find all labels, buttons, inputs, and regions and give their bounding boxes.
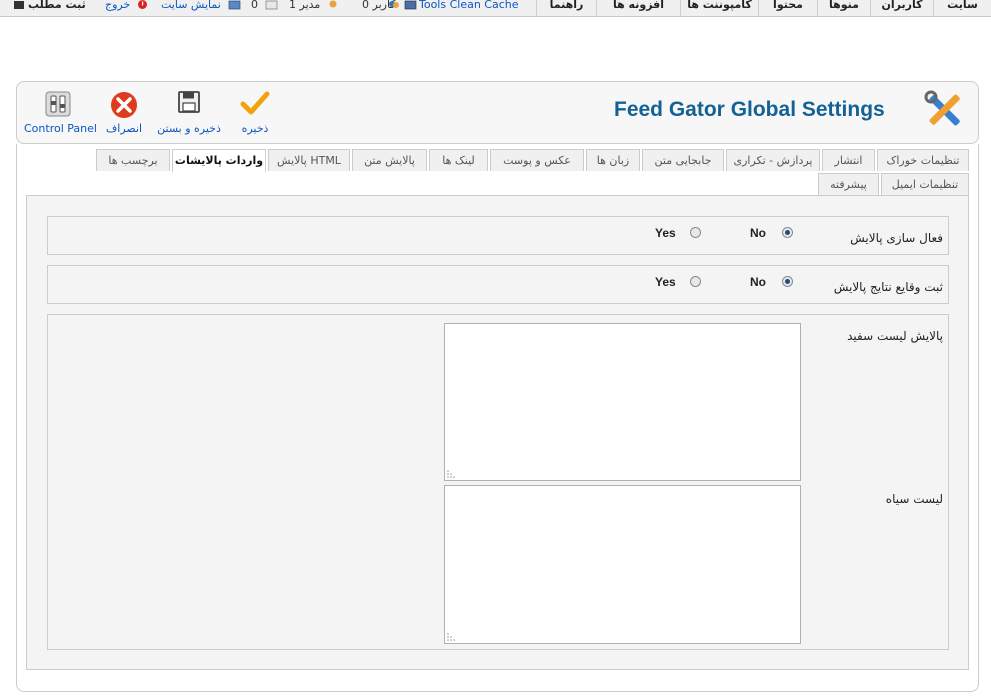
tab-images-attachments[interactable]: عکس و پوست: [490, 149, 584, 171]
save-label: ذخیره: [241, 122, 269, 135]
menu-components[interactable]: کامپوننت ها: [680, 0, 758, 16]
cache-icon: [404, 0, 417, 10]
log-filter-results-yes-label: Yes: [655, 275, 676, 289]
menu-extensions[interactable]: افزونه ها: [596, 0, 680, 16]
whitelist-textarea[interactable]: [444, 323, 801, 481]
blacklist-label: لیست سیاه: [885, 492, 943, 506]
resize-grip-icon[interactable]: [446, 469, 456, 479]
view-site-link[interactable]: نمایش سایت: [161, 0, 221, 16]
tab-links[interactable]: لینک ها: [429, 149, 488, 171]
control-panel-label: Control Panel: [24, 122, 97, 135]
tab-text-filter[interactable]: پالایش متن: [352, 149, 427, 171]
clean-cache-link[interactable]: Tools Clean Cache: [419, 0, 519, 16]
save-button[interactable]: ذخیره: [235, 90, 275, 138]
control-panel-button[interactable]: Control Panel: [24, 90, 97, 138]
tab-languages[interactable]: زبان ها: [586, 149, 640, 171]
tab-email-settings[interactable]: تنظیمات ایمیل: [881, 173, 969, 195]
log-filter-results-no-radio[interactable]: [782, 276, 793, 287]
log-filter-results-row: [47, 265, 949, 304]
monitor-icon: [228, 0, 241, 10]
tab-publishing[interactable]: انتشار: [822, 149, 875, 171]
messages-count: 0: [251, 0, 258, 11]
enable-filtering-yes-radio[interactable]: [690, 227, 701, 238]
cancel-button[interactable]: انصراف: [104, 90, 144, 138]
enable-filtering-label: فعال سازی پالایش: [850, 231, 943, 245]
menu-help[interactable]: راهنما: [536, 0, 596, 16]
log-filter-results-yes-radio[interactable]: [690, 276, 701, 287]
menu-menus[interactable]: منوها: [817, 0, 870, 16]
new-article-icon: [14, 1, 24, 9]
enable-filtering-no-label: No: [750, 226, 766, 240]
tab-feed-settings[interactable]: تنظیمات خوراک: [877, 149, 969, 171]
tab-filter-imports[interactable]: واردات پالایشات: [172, 149, 266, 172]
whitelist-label: پالایش لیست سفید: [847, 329, 943, 343]
cancel-label: انصراف: [105, 122, 143, 135]
logout-icon: [138, 0, 147, 9]
page-title: Feed Gator Global Settings: [614, 98, 885, 121]
logout-link[interactable]: خروج: [105, 0, 130, 16]
save-close-button[interactable]: ذخیره و بستن: [154, 90, 224, 138]
users-icon: [389, 1, 399, 8]
tab-advanced[interactable]: پیشرفته: [818, 173, 879, 195]
save-close-label: ذخیره و بستن: [157, 122, 221, 135]
control-panel-icon: [45, 91, 71, 117]
tab-duplicate-processing[interactable]: پردازش - تکراری: [726, 149, 820, 171]
cancel-icon: [111, 92, 137, 118]
admins-count: 1 مدیر: [289, 0, 321, 11]
log-filter-results-no-label: No: [750, 275, 766, 289]
menu-site[interactable]: سایت: [933, 0, 991, 16]
admin-top-bar: سایت کاربران منوها محتوا کامپوننت ها افز…: [0, 0, 991, 17]
enable-filtering-no-radio[interactable]: [782, 227, 793, 238]
blacklist-textarea[interactable]: [444, 485, 801, 644]
tab-tags[interactable]: برچسب ها: [96, 149, 170, 171]
enable-filtering-row: [47, 216, 949, 255]
tab-text-replace[interactable]: جابجایی متن: [642, 149, 724, 171]
menu-content[interactable]: محتوا: [758, 0, 817, 16]
tools-icon: [924, 90, 960, 126]
tab-html-filter[interactable]: پالایش HTML: [268, 149, 350, 171]
log-filter-results-label: ثبت وقایع نتایج پالایش: [833, 280, 943, 294]
resize-grip-icon[interactable]: [446, 632, 456, 642]
menu-users[interactable]: کاربران: [870, 0, 933, 16]
enable-filtering-yes-label: Yes: [655, 226, 676, 240]
floppy-disk-icon: [178, 91, 200, 113]
messages-icon: [265, 0, 278, 10]
admin-icon: [329, 0, 337, 8]
new-article-link[interactable]: ثبت مطلب: [28, 0, 86, 16]
check-icon: [240, 91, 270, 115]
